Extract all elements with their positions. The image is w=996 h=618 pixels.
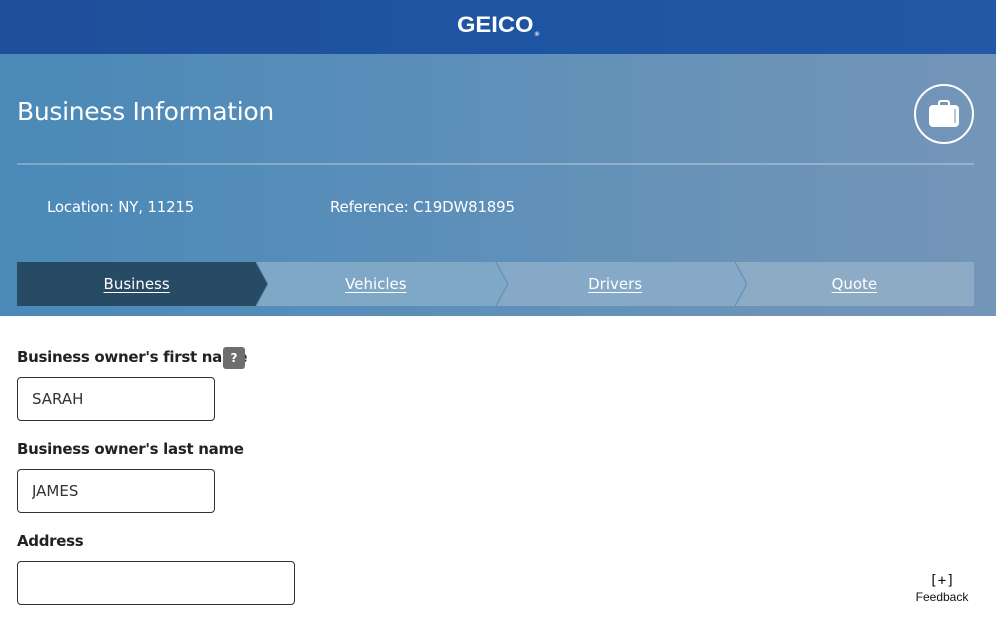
progress-steps: Business Vehicles Drivers Quote (17, 262, 974, 306)
feedback-label: Feedback (915, 590, 969, 604)
last-name-input[interactable] (17, 469, 215, 513)
step-chevron (734, 262, 747, 306)
step-quote-link[interactable]: Quote (832, 275, 878, 293)
address-label: Address (17, 532, 84, 550)
last-name-label: Business owner's last name (17, 440, 244, 458)
hero-banner: Business Information Location: NY, 11215… (0, 54, 996, 316)
top-bar: GEICO® (0, 0, 996, 54)
first-name-label: Business owner's first name (17, 348, 248, 366)
step-chevron (256, 262, 269, 306)
first-name-help-button[interactable]: ? (223, 347, 245, 369)
step-vehicles-link[interactable]: Vehicles (345, 275, 406, 293)
address-input[interactable] (17, 561, 295, 605)
help-icon: ? (230, 351, 238, 365)
step-drivers-link[interactable]: Drivers (588, 275, 642, 293)
feedback-plus-icon: [+] (929, 573, 955, 589)
step-chevron (495, 262, 508, 306)
first-name-input[interactable] (17, 377, 215, 421)
feedback-button[interactable]: [+] Feedback (910, 572, 974, 612)
briefcase-badge (914, 84, 974, 144)
geico-logo[interactable]: GEICO® (457, 12, 539, 38)
step-business-link[interactable]: Business (104, 275, 170, 293)
step-drivers[interactable]: Drivers (495, 262, 747, 306)
hero-divider (17, 163, 974, 165)
page-title: Business Information (17, 97, 274, 126)
step-quote[interactable]: Quote (734, 262, 974, 306)
reference-text: Reference: C19DW81895 (330, 198, 515, 216)
location-text: Location: NY, 11215 (47, 198, 195, 216)
step-vehicles[interactable]: Vehicles (256, 262, 508, 306)
briefcase-icon (929, 100, 959, 127)
step-business[interactable]: Business (17, 262, 269, 306)
registered-mark: ® (534, 32, 540, 38)
logo-text: GEICO (456, 12, 534, 37)
